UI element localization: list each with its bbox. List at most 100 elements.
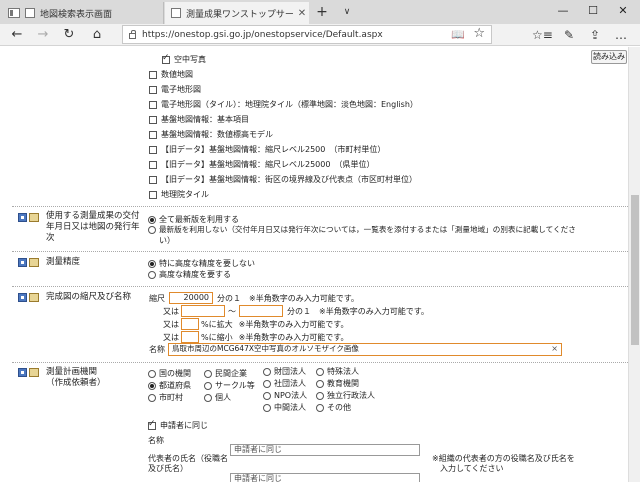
checkbox[interactable] bbox=[149, 70, 157, 79]
divider bbox=[12, 206, 628, 207]
more-icon[interactable]: … bbox=[612, 26, 630, 44]
radio[interactable] bbox=[148, 270, 156, 279]
checkbox[interactable] bbox=[149, 175, 157, 184]
radio-private[interactable]: 民間企業 bbox=[204, 368, 264, 379]
option-label: 基盤地図情報：数値標高モデル bbox=[161, 130, 273, 139]
checkbox[interactable] bbox=[148, 419, 156, 430]
home-button[interactable]: ⌂ bbox=[88, 26, 106, 44]
rep-input[interactable]: 申請者に同じ bbox=[230, 473, 420, 482]
checkbox[interactable] bbox=[149, 115, 157, 124]
scale-input[interactable]: 20000 bbox=[169, 292, 213, 304]
vertical-scrollbar[interactable] bbox=[628, 47, 640, 482]
tab-map-search[interactable]: 地図検索表示画面 bbox=[0, 2, 164, 24]
same-as-applicant-option[interactable]: 申請者に同じ bbox=[148, 419, 268, 431]
option-old-block[interactable]: 【旧データ】基盤地図情報：街区の境界線及び代表点（市区町村単位） bbox=[149, 174, 609, 185]
option-old-2500[interactable]: 【旧データ】基盤地図情報：縮尺レベル2500 （市町村単位） bbox=[149, 144, 609, 155]
radio-no-high-accuracy[interactable]: 特に高度な精度を要しない bbox=[148, 258, 448, 269]
radio[interactable] bbox=[148, 259, 156, 268]
radio-special[interactable]: 特殊法人 bbox=[316, 366, 396, 377]
option-numeric-map[interactable]: 数値地図 bbox=[149, 69, 549, 80]
section-title-issue-date: 使用する測量成果の交付年月日又は地図の発行年次 bbox=[46, 211, 140, 243]
favorite-star-icon[interactable]: ☆ bbox=[473, 26, 485, 41]
tab-onestop-service[interactable]: 測量成果ワンストップサービ ✕ bbox=[165, 2, 309, 24]
radio-label: 社団法人 bbox=[274, 379, 306, 388]
enlarge-row: 又は %に拡大 ※半角数字のみ入力可能です。 bbox=[163, 318, 563, 330]
page-icon bbox=[171, 8, 181, 18]
checkbox[interactable] bbox=[149, 100, 157, 109]
scrollbar-thumb[interactable] bbox=[631, 195, 639, 345]
radio[interactable] bbox=[148, 393, 156, 402]
option-base-map-dem[interactable]: 基盤地図情報：数値標高モデル bbox=[149, 129, 549, 140]
radio[interactable] bbox=[263, 403, 271, 412]
checkbox[interactable] bbox=[149, 145, 157, 154]
reading-view-icon[interactable]: 📖 bbox=[451, 28, 465, 41]
radio[interactable] bbox=[263, 379, 271, 388]
radio[interactable] bbox=[204, 381, 212, 390]
radio[interactable] bbox=[204, 369, 212, 378]
radio-not-latest[interactable]: 最新版を利用しない（交付年月日又は発行年次については，一覧表を添付するまたは「測… bbox=[148, 224, 618, 235]
option-gsi-tiles[interactable]: 地理院タイル bbox=[149, 189, 449, 200]
url-field[interactable]: https://onestop.gsi.go.jp/onestopservice… bbox=[122, 25, 492, 44]
enlarge-input[interactable] bbox=[181, 318, 199, 330]
radio[interactable] bbox=[316, 367, 324, 376]
radio[interactable] bbox=[148, 369, 156, 378]
map-name-input[interactable]: 鳥取市周辺のMCG647X空中写真のオルソモザイク画像 × bbox=[168, 343, 562, 356]
option-base-map-basic[interactable]: 基盤地図情報：基本項目 bbox=[149, 114, 549, 125]
radio[interactable] bbox=[148, 225, 156, 234]
radio[interactable] bbox=[263, 367, 271, 376]
radio-municipality[interactable]: 市町村 bbox=[148, 392, 208, 403]
web-note-icon[interactable]: ✎ bbox=[560, 26, 578, 44]
radio[interactable] bbox=[148, 215, 156, 224]
refresh-button[interactable]: ↻ bbox=[60, 26, 78, 44]
checkbox[interactable] bbox=[149, 160, 157, 169]
range-from-input[interactable] bbox=[181, 305, 225, 317]
checkbox[interactable] bbox=[162, 53, 170, 64]
radio-incorporated[interactable]: 社団法人 bbox=[263, 378, 323, 389]
folder-icon bbox=[29, 213, 39, 222]
clear-icon[interactable]: × bbox=[551, 344, 558, 354]
radio-intermediate[interactable]: 中間法人 bbox=[263, 402, 323, 413]
forward-button[interactable]: → bbox=[34, 26, 52, 44]
radio-national[interactable]: 国の機関 bbox=[148, 368, 208, 379]
radio-circle[interactable]: サークル等 bbox=[204, 380, 264, 391]
radio[interactable] bbox=[316, 403, 324, 412]
checkbox[interactable] bbox=[149, 130, 157, 139]
radio-foundation[interactable]: 財団法人 bbox=[263, 366, 323, 377]
radio[interactable] bbox=[148, 381, 156, 390]
radio-education[interactable]: 教育機関 bbox=[316, 378, 396, 389]
divider bbox=[12, 362, 628, 363]
favorites-hub-icon[interactable]: ☆≡ bbox=[532, 26, 553, 44]
client-name-input[interactable]: 申請者に同じ bbox=[230, 444, 420, 456]
radio[interactable] bbox=[263, 391, 271, 400]
radio-independent[interactable]: 独立行政法人 bbox=[316, 390, 396, 401]
close-icon[interactable]: ✕ bbox=[295, 8, 309, 19]
section-icons bbox=[18, 293, 39, 302]
radio-npo[interactable]: NPO法人 bbox=[263, 390, 323, 401]
info-icon bbox=[18, 213, 27, 222]
new-tab-button[interactable]: + bbox=[314, 4, 330, 20]
radio[interactable] bbox=[204, 393, 212, 402]
option-old-25000[interactable]: 【旧データ】基盤地図情報：縮尺レベル25000 （県単位） bbox=[149, 159, 609, 170]
maximize-button[interactable]: ☐ bbox=[578, 0, 608, 22]
radio[interactable] bbox=[316, 379, 324, 388]
minimize-button[interactable]: — bbox=[548, 0, 578, 22]
share-icon[interactable]: ⇪ bbox=[586, 26, 604, 44]
radio-label: 個人 bbox=[215, 393, 231, 402]
radio[interactable] bbox=[316, 391, 324, 400]
checkbox[interactable] bbox=[149, 190, 157, 199]
radio-individual[interactable]: 個人 bbox=[204, 392, 264, 403]
option-digital-topo-tile[interactable]: 電子地形図（タイル）：地理院タイル（標準地図：淡色地図：English） bbox=[149, 99, 609, 110]
radio-prefecture[interactable]: 都道府県 bbox=[148, 380, 208, 391]
range-to-input[interactable] bbox=[239, 305, 283, 317]
radio-high-accuracy[interactable]: 高度な精度を要する bbox=[148, 269, 448, 280]
checkbox-label: 申請者に同じ bbox=[160, 421, 208, 430]
back-button[interactable]: ← bbox=[8, 26, 26, 44]
option-aerial-photo[interactable]: 空中写真 bbox=[162, 53, 462, 65]
option-digital-topo[interactable]: 電子地形図 bbox=[149, 84, 549, 95]
close-window-button[interactable]: ✕ bbox=[608, 0, 638, 22]
read-in-button[interactable]: 読み込み bbox=[591, 50, 627, 64]
radio-other[interactable]: その他 bbox=[316, 402, 396, 413]
checkbox[interactable] bbox=[149, 85, 157, 94]
shrink-input[interactable] bbox=[181, 331, 199, 343]
chevron-down-icon[interactable]: ∨ bbox=[340, 4, 354, 20]
